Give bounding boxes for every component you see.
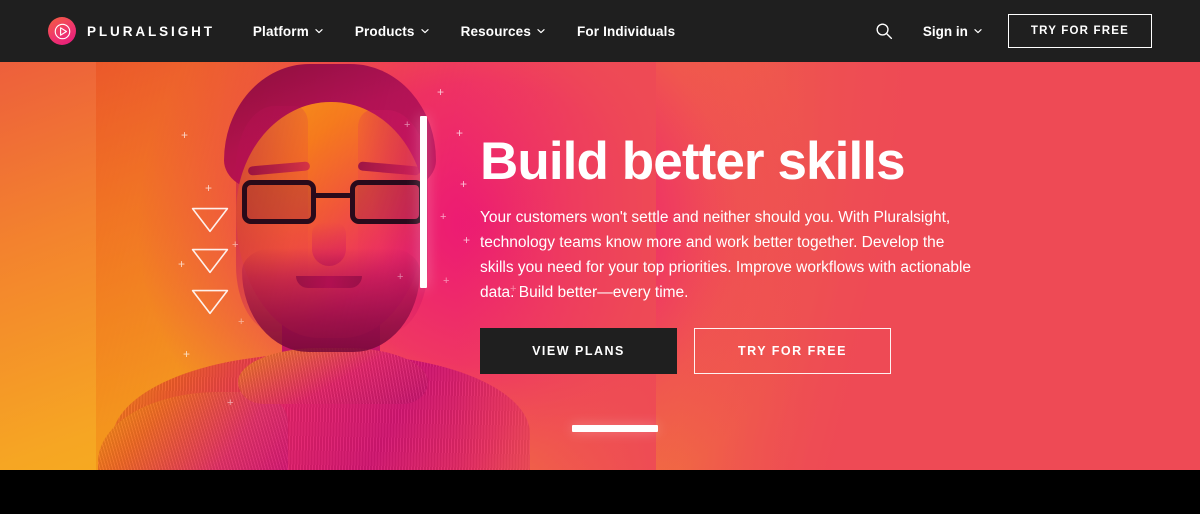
pluralsight-wordmark: PLURALSIGHT [87, 23, 215, 39]
triangle-down-icon [191, 248, 229, 274]
plus-sparkle-icon: + [440, 211, 447, 223]
plus-sparkle-icon: + [460, 177, 468, 191]
portrait-shoulder-left [98, 392, 288, 470]
portrait-eyebrow-right [357, 161, 421, 176]
plus-sparkle-icon: + [227, 397, 234, 409]
pluralsight-play-logo-icon [48, 17, 76, 45]
portrait-glasses-bridge [314, 193, 352, 198]
plus-sparkle-icon: + [232, 239, 239, 251]
portrait-face [236, 102, 426, 338]
nav-right-group: Sign in TRY FOR FREE [873, 0, 1152, 62]
nav-item-platform[interactable]: Platform [253, 24, 323, 39]
triangle-down-icon [191, 289, 229, 315]
white-vertical-accent-bar [420, 116, 427, 288]
pluralsight-logo[interactable]: PLURALSIGHT [48, 17, 215, 45]
chevron-down-icon [420, 27, 429, 35]
nav-item-for-individuals[interactable]: For Individuals [577, 24, 675, 39]
portrait-face-shadow-left [236, 106, 308, 332]
white-horizontal-accent-bar [572, 425, 658, 432]
portrait-hair [224, 64, 436, 192]
chevron-down-icon [537, 27, 545, 35]
portrait-hoodie [112, 354, 530, 470]
portrait-nose [312, 222, 346, 266]
nav-item-products-label: Products [354, 23, 415, 39]
sign-in-menu[interactable]: Sign in [923, 24, 982, 39]
plus-sparkle-icon: + [178, 257, 186, 271]
nav-item-platform-label: Platform [252, 23, 309, 39]
nav-item-resources-label: Resources [460, 23, 531, 39]
plus-sparkle-icon: + [183, 347, 191, 361]
nav-left-group: PLURALSIGHT Platform Products Resources … [48, 0, 675, 62]
plus-sparkle-icon: + [437, 85, 445, 99]
plus-sparkle-icon: + [238, 316, 245, 328]
portrait-glasses [242, 180, 424, 226]
portrait-eyebrow-left [247, 161, 311, 176]
plus-sparkle-icon: + [404, 119, 411, 131]
nav-try-for-free-button[interactable]: TRY FOR FREE [1007, 14, 1152, 48]
nav-item-resources[interactable]: Resources [461, 24, 545, 39]
hero-content: Build better skills Your customers won't… [480, 134, 1000, 374]
nav-item-products[interactable]: Products [355, 24, 429, 39]
hero-section: + + + + + + + + + + + + + + + + Build be… [0, 62, 1200, 470]
chevron-down-icon [315, 27, 323, 35]
pluralsight-landing-page: PLURALSIGHT Platform Products Resources … [0, 0, 1200, 514]
nav-links: Platform Products Resources For Individu… [253, 24, 675, 39]
plus-sparkle-icon: + [443, 275, 450, 287]
search-icon[interactable] [873, 20, 895, 42]
hero-title: Build better skills [480, 132, 906, 191]
portrait-face-shadow-right [358, 110, 428, 332]
view-plans-button[interactable]: VIEW PLANS [480, 327, 677, 374]
hero-cta-group: VIEW PLANS TRY FOR FREE [480, 327, 1000, 374]
portrait-lens-right [350, 180, 424, 224]
plus-sparkle-icon: + [463, 233, 471, 247]
portrait-mouth [296, 276, 362, 288]
plus-sparkle-icon: + [205, 181, 213, 195]
plus-sparkle-icon: + [181, 128, 189, 142]
plus-sparkle-icon: + [397, 271, 404, 283]
top-navigation-bar: PLURALSIGHT Platform Products Resources … [0, 0, 1200, 62]
hero-try-for-free-button[interactable]: TRY FOR FREE [694, 327, 891, 374]
chevron-down-icon [974, 27, 982, 35]
triangle-down-icon [191, 207, 229, 233]
plus-sparkle-icon: + [456, 126, 464, 140]
footer-band [0, 470, 1200, 514]
portrait-hood-collar [238, 348, 428, 404]
sign-in-label: Sign in [922, 23, 968, 39]
portrait-beard [242, 248, 420, 352]
portrait-lens-left [242, 180, 316, 224]
hero-subtitle: Your customers won't settle and neither … [480, 209, 972, 302]
nav-item-for-individuals-label: For Individuals [576, 23, 676, 39]
portrait-neck [282, 320, 380, 386]
